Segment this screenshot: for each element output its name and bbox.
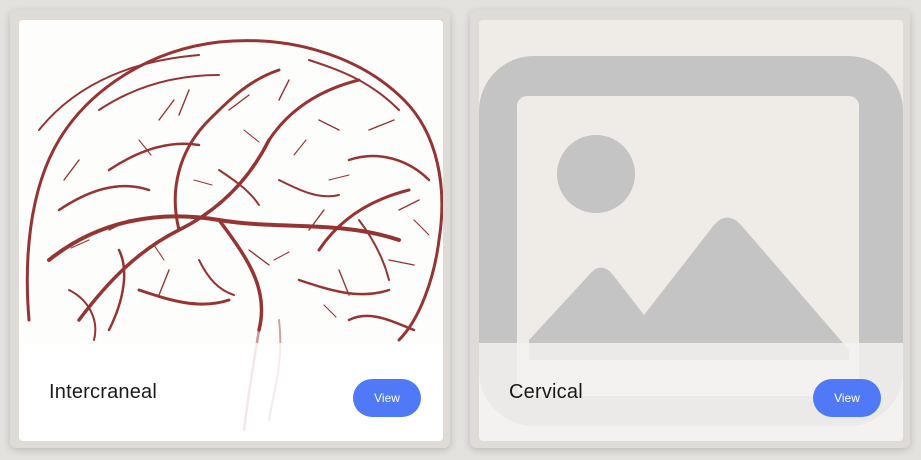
card-inner: Cervical View xyxy=(479,20,903,441)
caption-bar: Intercraneal View xyxy=(19,343,443,441)
caption-bar: Cervical View xyxy=(479,343,903,441)
card-title: Cervical xyxy=(509,381,583,403)
category-card-intercraneal[interactable]: Intercraneal View xyxy=(10,10,450,448)
view-button[interactable]: View xyxy=(813,379,881,417)
card-inner: Intercraneal View xyxy=(19,20,443,441)
card-title: Intercraneal xyxy=(49,381,158,403)
category-card-cervical[interactable]: Cervical View xyxy=(470,10,910,448)
view-button[interactable]: View xyxy=(353,379,421,417)
